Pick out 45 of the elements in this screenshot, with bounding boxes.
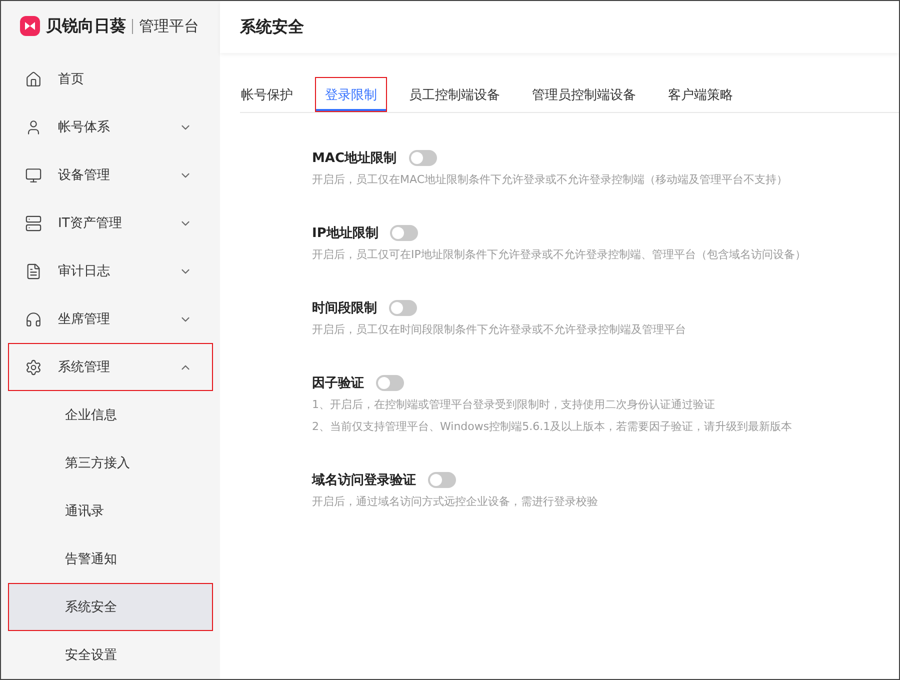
user-icon [25,118,42,136]
setting-title: 时间段限制 [312,300,377,317]
setting-description: 2、当前仅支持管理平台、Windows控制端5.6.1及以上版本，若需要因子验证，请升级到最新版本 [312,419,794,435]
sidebar-item[interactable]: 坐席管理 [8,295,213,343]
setting-title: IP地址限制 [312,225,378,242]
sidebar-item[interactable]: 帐号体系 [8,103,213,151]
submenu-item[interactable]: 企业信息 [8,391,213,439]
toggle-switch[interactable] [376,375,404,391]
sidebar-item[interactable]: 系统管理 [8,343,213,391]
sidebar-item[interactable]: IT资产管理 [8,199,213,247]
headset-icon [25,310,42,328]
toggle-switch[interactable] [389,300,417,316]
setting-description: 开启后，通过域名访问方式远控企业设备，需进行登录校验 [312,494,599,510]
tab[interactable]: 管理员控制端设备 [522,77,646,112]
logo-icon [20,16,40,36]
home-icon [25,70,42,88]
server-icon [25,214,42,232]
tab[interactable]: 帐号保护 [240,77,303,112]
setting-title: MAC地址限制 [312,150,397,167]
submenu-item[interactable]: 告警通知 [8,535,213,583]
setting-description: 开启后，员工仅在时间段限制条件下允许登录或不允许登录控制端及管理平台 [312,322,687,338]
toggle-switch[interactable] [390,225,418,241]
page-title: 系统安全 [240,16,304,38]
monitor-icon [25,166,42,184]
sidebar-item[interactable]: 首页 [8,55,213,103]
setting-title: 域名访问登录验证 [312,472,416,489]
sidebar-item[interactable]: 设备管理 [8,151,213,199]
setting-description: 1、开启后，在控制端或管理平台登录受到限制时，支持使用二次身份认证通过验证 [312,397,716,413]
submenu-item[interactable]: 系统安全 [8,583,213,631]
toggle-switch[interactable] [428,472,456,488]
setting-description: 开启后，员工仅可在IP地址限制条件下允许登录或不允许登录控制端、管理平台（包含域名访问设备） [312,247,807,263]
product-name: 管理平台 [139,16,199,36]
submenu-item[interactable]: 通讯录 [8,487,213,535]
settings-icon [25,358,42,376]
submenu-item[interactable]: 第三方接入 [8,439,213,487]
setting-title: 因子验证 [312,375,364,392]
tab[interactable]: 登录限制 [315,77,387,112]
submenu-item[interactable]: 安全设置 [8,631,213,679]
tab[interactable]: 员工控制端设备 [399,77,510,112]
brand-name: 贝锐向日葵 [46,16,126,36]
document-icon [25,262,42,280]
tab[interactable]: 客户端策略 [658,77,743,112]
sidebar-item[interactable]: 审计日志 [8,247,213,295]
toggle-switch[interactable] [408,150,437,166]
setting-description: 开启后，员工仅在MAC地址限制条件下允许登录或不允许登录控制端（移动端及管理平台不支持） [312,172,789,188]
